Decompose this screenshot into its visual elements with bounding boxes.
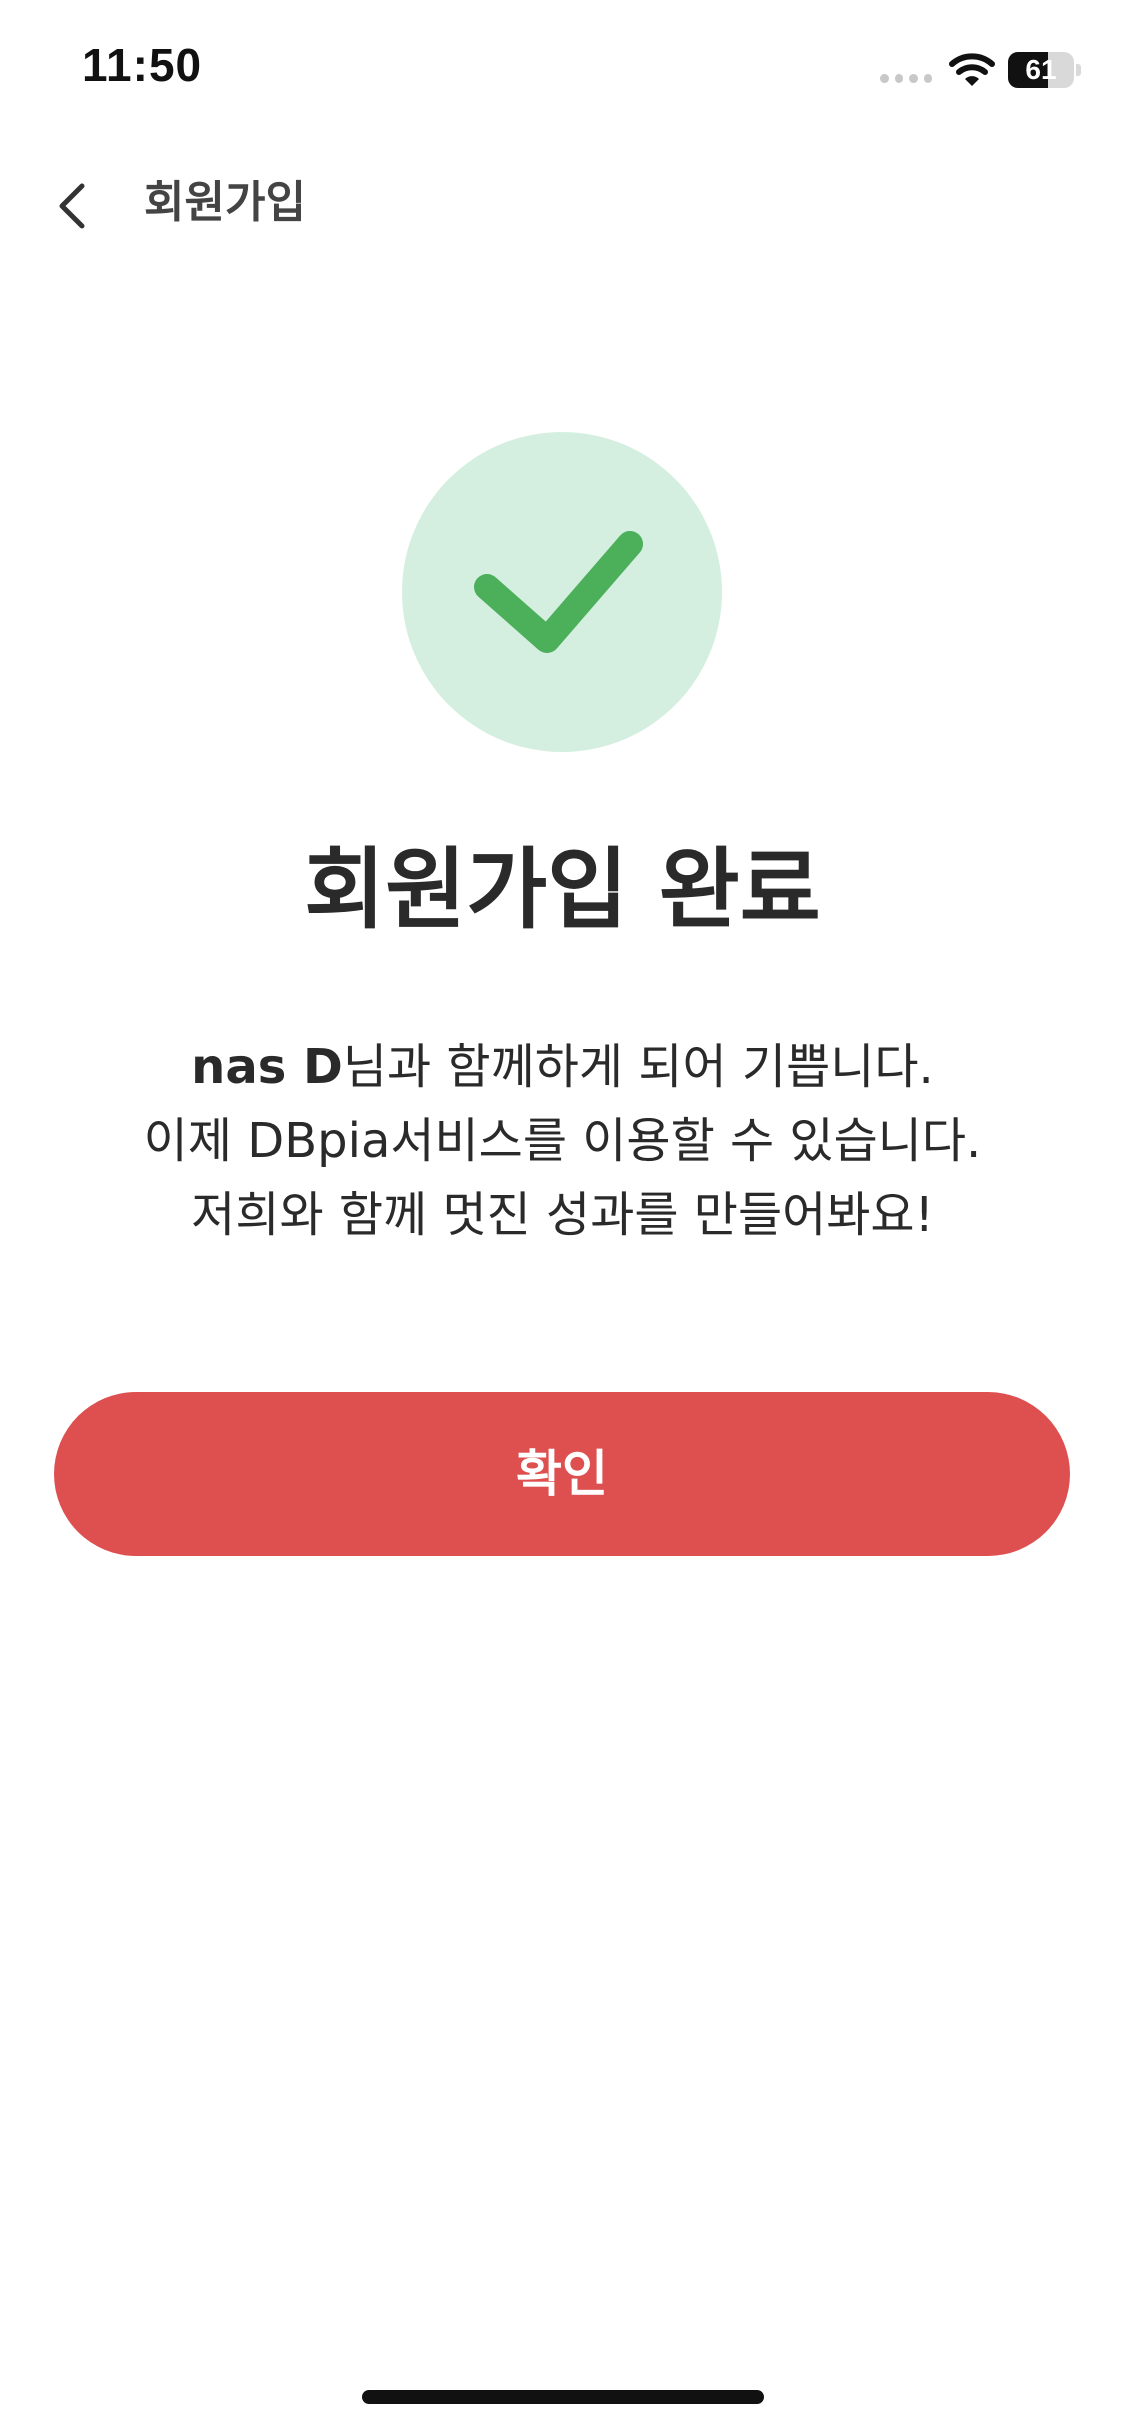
signal-dots-icon <box>880 74 932 86</box>
status-time: 11:50 <box>82 39 203 91</box>
nav-title: 회원가입 <box>144 177 306 228</box>
battery-level: 61 <box>1025 54 1057 85</box>
message-line-3: 저희와 함께 멋진 성과를 만들어봐요! <box>191 1187 934 1243</box>
page-title: 회원가입 완료 <box>304 838 821 941</box>
status-bar: 11:50 61 <box>0 0 1125 140</box>
battery-icon: 61 <box>1008 52 1082 88</box>
home-indicator[interactable] <box>362 2390 764 2404</box>
message-line-1-suffix: 님과 함께하게 되어 기쁩니다. <box>342 1039 934 1095</box>
back-button[interactable] <box>40 170 110 240</box>
welcome-message: nas D님과 함께하게 되어 기쁩니다. 이제 DBpia서비스를 이용할 수… <box>0 1030 1125 1252</box>
nav-bar: 회원가입 <box>0 150 1125 260</box>
message-line-2: 이제 DBpia서비스를 이용할 수 있습니다. <box>143 1113 982 1169</box>
confirm-button[interactable]: 확인 <box>54 1392 1070 1556</box>
message-line-1: nas D님과 함께하게 되어 기쁩니다. <box>0 1030 1125 1104</box>
success-circle <box>402 432 722 752</box>
check-icon <box>474 531 643 653</box>
user-name: nas D <box>191 1039 343 1095</box>
chevron-left-icon <box>59 183 85 229</box>
wifi-icon <box>949 53 995 86</box>
